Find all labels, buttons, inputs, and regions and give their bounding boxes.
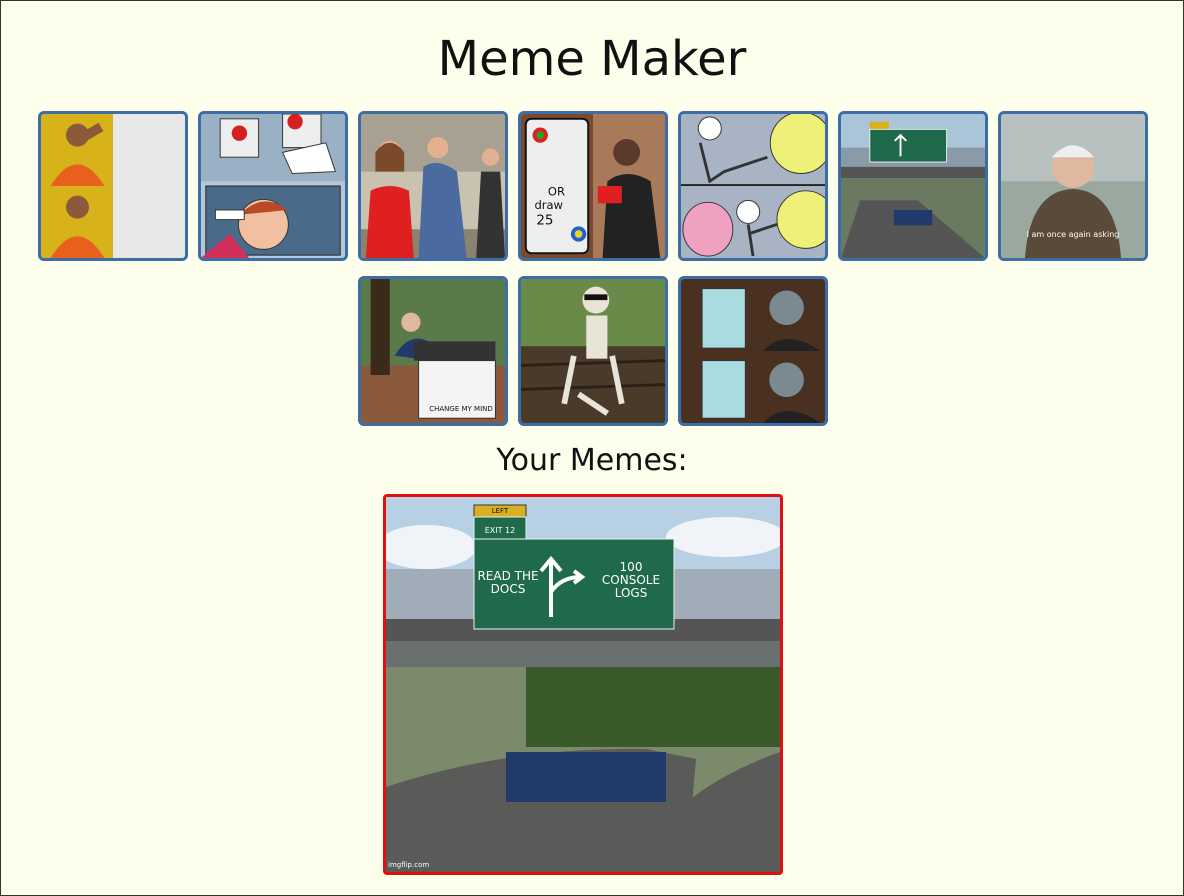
meme-template-ball-handshake[interactable] bbox=[678, 111, 828, 261]
change-my-mind-template-image bbox=[361, 279, 505, 423]
generated-meme[interactable]: imgflip.com LEFT EXIT 12 READ THE DOCS 1… bbox=[383, 494, 783, 875]
bernie-caption: I am once again asking bbox=[1026, 230, 1120, 239]
meme-template-uno-draw-25[interactable]: OR draw 25 bbox=[518, 111, 668, 261]
generated-meme-image: imgflip.com bbox=[386, 497, 780, 872]
uno-template-image: OR draw 25 bbox=[521, 114, 665, 258]
meme-template-bernie[interactable]: I am once again asking bbox=[998, 111, 1148, 261]
meme-right-caption: 100 CONSOLE LOGS bbox=[601, 560, 661, 600]
drake-template-image bbox=[41, 114, 185, 258]
meme-template-drake[interactable] bbox=[38, 111, 188, 261]
meme-template-change-my-mind[interactable]: CHANGE MY MIND bbox=[358, 276, 508, 426]
imgflip-watermark: imgflip.com bbox=[388, 861, 429, 869]
left-exit-template-image bbox=[841, 114, 985, 258]
meme-left-caption: READ THE DOCS bbox=[477, 569, 539, 596]
meme-template-left-exit[interactable] bbox=[838, 111, 988, 261]
meme-sign-exit-label: EXIT 12 bbox=[484, 526, 516, 535]
meme-template-two-buttons[interactable] bbox=[198, 111, 348, 261]
distracted-boyfriend-template-image bbox=[361, 114, 505, 258]
meme-template-gru-plan[interactable] bbox=[678, 276, 828, 426]
uno-card-text-25: 25 bbox=[536, 213, 553, 228]
page-title: Meme Maker bbox=[437, 31, 747, 87]
your-memes-heading: Your Memes: bbox=[496, 443, 688, 478]
two-buttons-template-image bbox=[201, 114, 345, 258]
uno-card-text-draw: draw bbox=[534, 198, 563, 212]
gru-plan-template-image bbox=[681, 279, 825, 423]
meme-template-distracted-boyfriend[interactable] bbox=[358, 111, 508, 261]
meme-template-waiting-skeleton[interactable] bbox=[518, 276, 668, 426]
ball-handshake-template-image bbox=[681, 114, 825, 258]
waiting-skeleton-template-image bbox=[521, 279, 665, 423]
meme-sign-left-label: LEFT bbox=[491, 507, 509, 515]
uno-card-text-or: OR bbox=[548, 185, 565, 199]
change-my-mind-sign-text: CHANGE MY MIND bbox=[429, 405, 493, 413]
